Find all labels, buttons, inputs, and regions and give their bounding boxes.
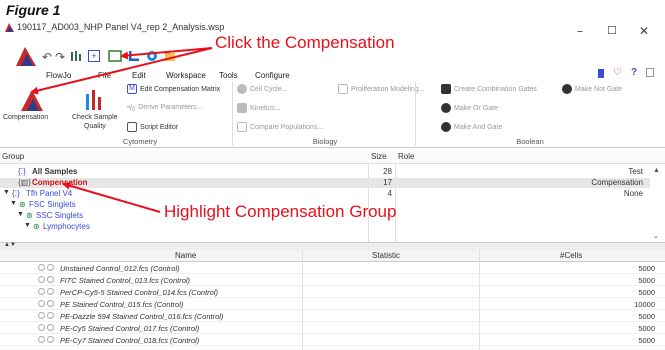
arrow-to-compensation-button (30, 47, 213, 95)
annotation-highlight-group: Highlight Compensation Group (164, 202, 397, 221)
annotation-click-compensation: Click the Compensation (215, 33, 395, 52)
arrow-to-compensation-group (62, 181, 161, 213)
